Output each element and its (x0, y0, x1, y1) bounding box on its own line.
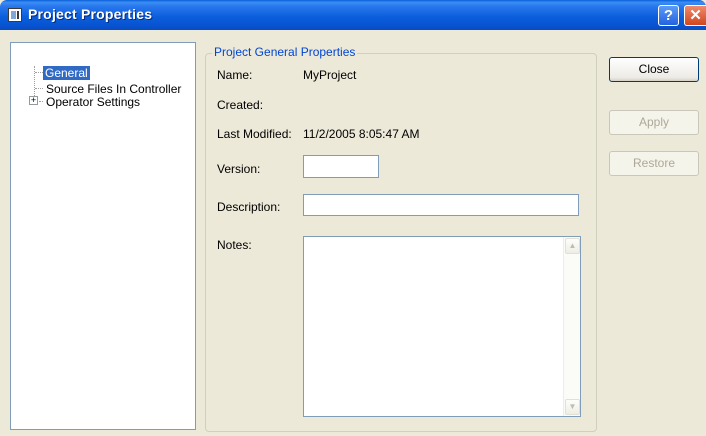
tree-connector (34, 66, 35, 96)
window-title: Project Properties (28, 6, 153, 22)
last-modified-label: Last Modified: (217, 127, 292, 141)
properties-tree[interactable]: General Source Files In Controller + Ope… (10, 42, 196, 430)
name-value: MyProject (303, 68, 357, 82)
app-icon (8, 8, 22, 22)
tree-item-general[interactable]: General (43, 65, 90, 81)
tree-connector (35, 88, 43, 89)
apply-button[interactable]: Apply (609, 110, 699, 135)
window-close-button[interactable]: ✕ (684, 5, 706, 26)
expand-icon[interactable]: + (29, 96, 38, 105)
close-button[interactable]: Close (609, 57, 699, 82)
tree-connector (39, 101, 43, 102)
scroll-up-icon[interactable]: ▲ (565, 238, 580, 254)
tree-item-label: Operator Settings (46, 95, 141, 109)
notes-scrollbar[interactable]: ▲ ▼ (563, 237, 580, 416)
tree-connector (35, 72, 43, 73)
last-modified-value: 11/2/2005 8:05:47 AM (303, 127, 420, 141)
restore-button[interactable]: Restore (609, 151, 699, 176)
created-label: Created: (217, 98, 264, 112)
tree-item-operator-settings[interactable]: Operator Settings (44, 94, 142, 110)
notes-textarea[interactable]: ▲ ▼ (303, 236, 581, 417)
version-field[interactable] (303, 155, 379, 178)
scroll-down-icon[interactable]: ▼ (565, 399, 580, 415)
description-field[interactable] (303, 194, 579, 216)
group-title: Project General Properties (212, 45, 358, 59)
tree-item-label: General (43, 66, 90, 80)
name-label: Name: (217, 68, 253, 82)
version-label: Version: (217, 162, 261, 176)
description-label: Description: (217, 200, 281, 214)
help-button[interactable]: ? (658, 5, 679, 26)
notes-label: Notes: (217, 238, 252, 252)
title-bar[interactable]: Project Properties ? ✕ (0, 0, 706, 30)
